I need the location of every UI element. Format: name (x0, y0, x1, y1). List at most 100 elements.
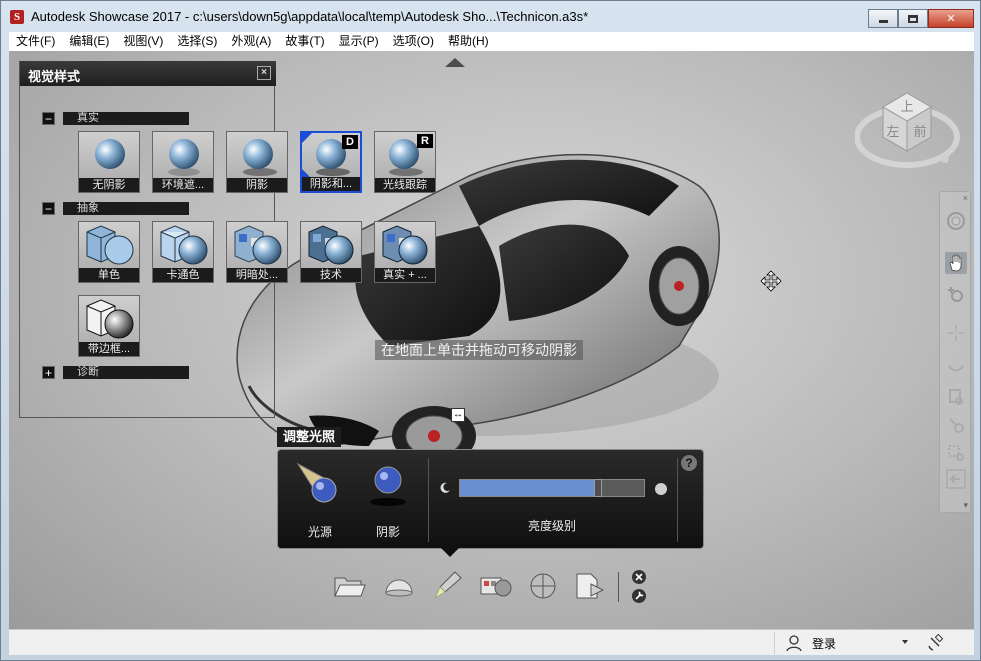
showcase-app-icon: S (10, 10, 24, 24)
bottom-toolbar (327, 568, 657, 608)
navigation-bar: × ▾ (939, 191, 971, 513)
window-title: Autodesk Showcase 2017 - c:\users\down5g… (31, 9, 589, 24)
viewport-hint: 在地面上单击并拖动可移动阴影 (375, 340, 583, 360)
style-shadow-and-reflection[interactable]: D 阴影和... (300, 131, 362, 193)
viewcube-rotate-icon[interactable] (941, 155, 949, 163)
menu-bar: 文件(F) 编辑(E) 视图(V) 选择(S) 外观(A) 故事(T) 显示(P… (9, 32, 974, 51)
open-folder-icon[interactable] (331, 568, 367, 604)
navbar-close-icon[interactable]: × (963, 193, 968, 203)
brightness-slider-thumb[interactable] (594, 479, 603, 497)
section-label: 抽象 (63, 201, 189, 215)
divider (428, 458, 429, 542)
lighting-icon[interactable] (429, 568, 465, 604)
wrench-icon[interactable] (630, 587, 648, 605)
satellite-icon[interactable] (927, 634, 945, 652)
zoom-selected-icon[interactable] (945, 414, 967, 436)
light-source-button[interactable]: 光源 (290, 456, 350, 540)
cube-sphere-icon (160, 225, 208, 265)
section-abstract[interactable]: − 抽象 (42, 201, 189, 215)
style-label: 无阴影 (79, 178, 139, 192)
style-technical[interactable]: 技术 (300, 221, 362, 283)
style-no-shadow[interactable]: 无阴影 (78, 131, 140, 193)
export-icon[interactable] (571, 568, 607, 604)
zoom-extents-icon[interactable] (945, 442, 967, 464)
brightness-slider[interactable] (459, 479, 645, 497)
collapse-icon[interactable]: − (42, 111, 55, 125)
status-separator (774, 632, 775, 654)
sun-icon (655, 483, 667, 495)
viewcube-left-label[interactable]: 左 (886, 125, 899, 140)
brightness-label: 亮度级别 (527, 519, 576, 533)
move-cursor-icon (760, 270, 782, 292)
sphere-icon (243, 139, 277, 176)
light-source-label: 光源 (307, 525, 332, 539)
resize-handle-icon[interactable]: ↔ (451, 408, 465, 422)
maximize-icon (908, 14, 918, 23)
cube-sphere-icon (234, 225, 282, 265)
viewcube[interactable]: 上 左 前 (855, 89, 965, 179)
menu-select[interactable]: 选择(S) (170, 32, 224, 51)
user-icon[interactable] (785, 634, 803, 652)
orbit-icon[interactable] (945, 322, 967, 344)
style-label: 明暗处... (227, 268, 287, 282)
style-label: 真实 + ... (375, 268, 435, 282)
panel-close-button[interactable]: × (257, 66, 271, 80)
style-label: 阴影 (227, 178, 287, 192)
style-toon[interactable]: 卡通色 (152, 221, 214, 283)
section-diagnostic[interactable]: + 诊断 (42, 365, 189, 379)
collapse-arrow-icon[interactable] (445, 58, 465, 67)
collapse-icon[interactable]: − (42, 201, 55, 215)
section-realistic[interactable]: − 真实 (42, 111, 189, 125)
maximize-button[interactable] (898, 9, 928, 28)
menu-help[interactable]: 帮助(H) (441, 32, 496, 51)
cube-sphere-icon (382, 225, 428, 265)
look-icon[interactable] (945, 358, 967, 380)
menu-appearance[interactable]: 外观(A) (224, 32, 278, 51)
menu-file[interactable]: 文件(F) (9, 32, 62, 51)
minimize-icon (878, 20, 888, 23)
style-raytrace[interactable]: R 光线跟踪 (374, 131, 436, 193)
shadow-button[interactable]: 阴影 (358, 456, 418, 540)
hand-icon (949, 254, 962, 272)
viewcube-top-label[interactable]: 上 (900, 100, 913, 115)
cube-sphere-icon (308, 225, 354, 265)
style-shaded[interactable]: 明暗处... (226, 221, 288, 283)
spotlight-icon (296, 462, 337, 503)
pan-button[interactable] (945, 252, 967, 274)
status-bar: 登录 (9, 629, 974, 655)
navbar-menu-icon[interactable]: ▾ (963, 500, 968, 511)
badge-d: D (342, 135, 358, 149)
style-realistic-plus[interactable]: 真实 + ... (374, 221, 436, 283)
menu-view[interactable]: 视图(V) (116, 32, 170, 51)
material-icon[interactable] (477, 568, 513, 604)
style-shadow[interactable]: 阴影 (226, 131, 288, 193)
menu-edit[interactable]: 编辑(E) (62, 32, 116, 51)
login-link[interactable]: 登录 (812, 635, 836, 652)
menu-display[interactable]: 显示(P) (332, 32, 386, 51)
menu-options[interactable]: 选项(O) (386, 32, 441, 51)
sphere-icon (168, 139, 200, 176)
lighting-panel: 光源 阴影 ? 亮度级别 (277, 449, 704, 557)
login-dropdown-icon[interactable] (902, 640, 908, 644)
minimize-button[interactable] (868, 9, 898, 28)
toolbar-close-icon[interactable] (630, 568, 648, 586)
expand-icon[interactable]: + (42, 365, 55, 379)
style-wireframe[interactable]: 带边框... (78, 295, 140, 357)
close-button[interactable]: ✕ (928, 9, 974, 28)
steering-wheel-icon[interactable] (945, 210, 967, 232)
title-bar: S Autodesk Showcase 2017 - c:\users\down… (1, 1, 980, 32)
sphere-icon (95, 139, 125, 169)
style-label: 带边框... (79, 342, 139, 356)
visual-style-icon[interactable] (525, 568, 561, 604)
viewcube-front-label[interactable]: 前 (913, 124, 926, 140)
3d-viewport[interactable]: 视觉样式 × − 真实 无阴影 环境遮... 阴影 D 阴影和... R 光线跟… (9, 51, 974, 629)
environment-dome-icon[interactable] (381, 568, 417, 604)
help-icon[interactable]: ? (681, 455, 697, 471)
zoom-icon[interactable] (945, 284, 967, 306)
previous-view-icon[interactable] (945, 468, 967, 490)
style-ambient-occlusion[interactable]: 环境遮... (152, 131, 214, 193)
zoom-window-icon[interactable] (945, 386, 967, 408)
style-monochrome[interactable]: 单色 (78, 221, 140, 283)
visual-style-header: 视觉样式 × (20, 61, 276, 86)
menu-story[interactable]: 故事(T) (278, 32, 331, 51)
